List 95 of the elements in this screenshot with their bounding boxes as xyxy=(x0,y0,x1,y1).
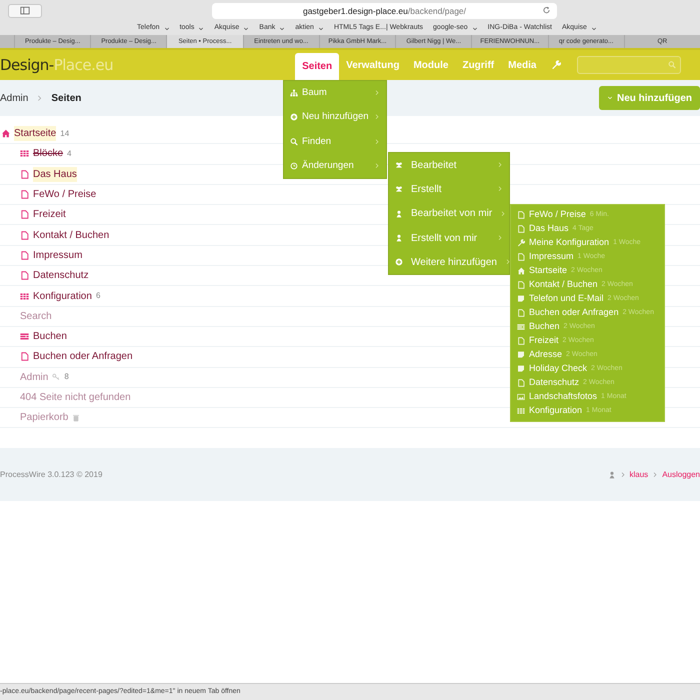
chevron-icon xyxy=(504,259,511,266)
form-icon xyxy=(20,332,29,342)
child-count: 14 xyxy=(60,128,70,140)
logo[interactable]: Design-Place.eu xyxy=(0,54,114,76)
page-icon xyxy=(20,190,29,200)
home-icon xyxy=(1,129,10,138)
menu-item[interactable]: Bearbeitet von mir xyxy=(389,202,509,226)
caret-icon xyxy=(318,26,324,32)
page-link[interactable]: Search xyxy=(20,308,52,324)
user-icon xyxy=(395,234,403,242)
page-link[interactable]: Konfiguration xyxy=(33,288,92,304)
chevron-icon xyxy=(620,472,626,478)
address-field[interactable]: gastgeber1.design-place.eu/backend/page/ xyxy=(212,3,557,19)
chevron-icon xyxy=(497,186,503,192)
breadcrumb-link[interactable]: Admin xyxy=(0,90,28,106)
plus-icon xyxy=(290,113,298,122)
page-link[interactable]: Blöcke xyxy=(33,146,64,162)
menu-item[interactable]: Änderungen xyxy=(284,154,386,178)
grid-icon xyxy=(517,407,525,415)
caret-icon xyxy=(472,26,478,32)
trash-icon xyxy=(72,414,80,422)
page-link[interactable]: Admin xyxy=(20,370,48,385)
key-icon xyxy=(52,373,60,382)
page-icon xyxy=(517,337,525,345)
caret-icon xyxy=(243,26,250,32)
menu-item[interactable]: Finden xyxy=(284,130,386,154)
logout-link[interactable]: Ausloggen xyxy=(662,468,700,481)
reload-icon xyxy=(542,6,551,15)
menu-item[interactable]: Erstellt von mir xyxy=(389,226,509,250)
wrench-icon xyxy=(551,60,562,70)
page-link[interactable]: 404 Seite nicht gefunden xyxy=(20,390,131,405)
page-icon xyxy=(20,170,29,179)
page-link[interactable]: Papierkorb xyxy=(20,410,68,426)
menu-item[interactable]: Neu hinzufügen xyxy=(284,105,386,130)
sitemap-icon xyxy=(290,89,298,98)
user-icon xyxy=(608,470,616,479)
grid-icon xyxy=(20,292,29,301)
wrench-icon xyxy=(517,239,525,247)
add-new-button[interactable]: Neu hinzufügen xyxy=(599,86,700,110)
page-link[interactable]: Impressum xyxy=(33,248,82,263)
page-link[interactable]: Freizeit xyxy=(33,207,66,222)
page-icon xyxy=(20,271,29,280)
caret-icon xyxy=(198,26,204,32)
search-field[interactable] xyxy=(577,56,682,74)
sidebar-icon xyxy=(20,6,30,16)
form-icon xyxy=(517,323,525,331)
child-count: 6 xyxy=(96,290,100,302)
page-link[interactable]: Datenschutz xyxy=(33,268,89,284)
image-icon xyxy=(517,393,525,401)
plus-icon xyxy=(395,258,403,266)
page-icon xyxy=(20,352,29,362)
nav-tab[interactable]: Seiten xyxy=(295,53,340,80)
chevron-icon xyxy=(374,138,380,145)
chevron-icon xyxy=(500,210,506,217)
caret-icon xyxy=(607,95,613,101)
page-icon xyxy=(20,250,29,260)
caret-icon xyxy=(279,26,286,32)
user-icon xyxy=(395,210,403,218)
chevron-icon xyxy=(374,163,380,170)
page-icon xyxy=(517,253,525,261)
clock-icon xyxy=(290,162,298,170)
page-icon xyxy=(20,230,29,240)
note-icon xyxy=(517,295,525,303)
version-text: ProcessWire 3.0.123 © 2019 xyxy=(0,468,102,481)
page-link[interactable]: Kontakt / Buchen xyxy=(33,228,110,243)
sidebar-button[interactable] xyxy=(8,4,42,18)
grid-icon xyxy=(20,149,29,158)
search-icon xyxy=(290,138,298,146)
menu-item[interactable]: Erstellt xyxy=(389,177,509,202)
chevron-icon xyxy=(374,90,380,96)
page-icon xyxy=(517,309,525,317)
search-icon xyxy=(668,61,676,69)
page-icon xyxy=(517,379,525,387)
page-link[interactable]: FeWo / Preise xyxy=(33,187,96,202)
page-link[interactable]: Buchen xyxy=(33,329,67,344)
breadcrumb-current: Seiten xyxy=(51,92,82,106)
chevron-icon xyxy=(497,162,503,168)
menu-item[interactable]: Baum xyxy=(284,81,386,106)
chevron-icon xyxy=(36,94,44,102)
home-icon xyxy=(517,267,525,275)
chevron-icon xyxy=(652,472,658,478)
page-link[interactable]: Das Haus xyxy=(33,166,77,182)
page-link[interactable]: Buchen oder Anfragen xyxy=(33,349,133,364)
chevron-icon xyxy=(497,235,503,242)
chevron-icon xyxy=(374,114,380,120)
page-link[interactable]: Startseite xyxy=(14,126,56,142)
caret-icon xyxy=(590,26,597,32)
menu-item[interactable]: Weitere hinzufügen xyxy=(389,250,509,274)
child-count: 8 xyxy=(64,371,69,384)
menu-item[interactable]: Bearbeitet xyxy=(389,153,509,178)
child-count: 4 xyxy=(67,148,72,160)
page-icon xyxy=(517,281,525,289)
user-link[interactable]: klaus xyxy=(630,468,648,481)
caret-icon xyxy=(164,26,170,32)
page-icon xyxy=(20,210,29,220)
